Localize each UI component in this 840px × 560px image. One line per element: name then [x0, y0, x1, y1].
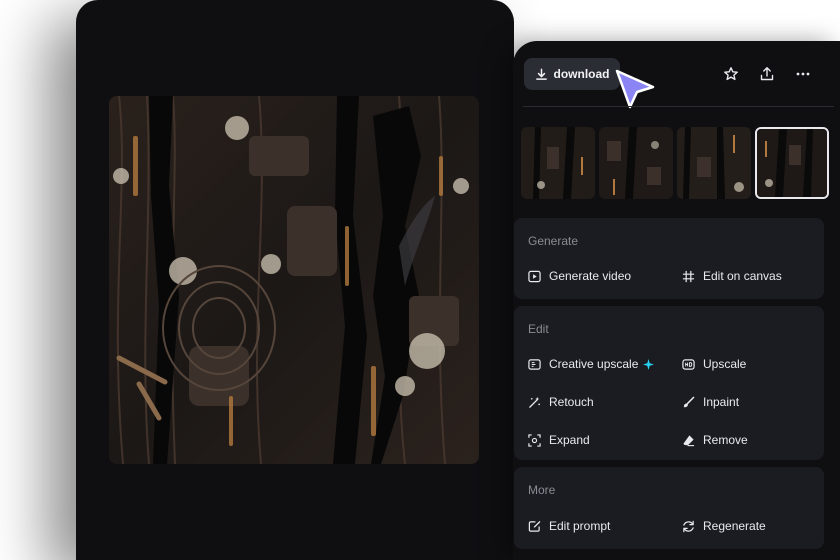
thumbnail-3[interactable]	[677, 127, 751, 199]
download-icon	[535, 68, 547, 80]
burnt-wood-texture	[109, 96, 479, 464]
hd-icon	[682, 358, 695, 370]
expand-button[interactable]: Expand	[528, 433, 590, 447]
crop-icon	[682, 270, 695, 282]
upscale-button[interactable]: Upscale	[682, 357, 746, 371]
more-section-title: More	[528, 483, 556, 497]
thumbnail-2[interactable]	[599, 127, 673, 199]
edit-on-canvas-label: Edit on canvas	[703, 269, 782, 283]
retouch-label: Retouch	[549, 395, 594, 409]
more-options-button[interactable]	[792, 63, 814, 85]
generate-section: Generate Generate video Edit on canvas	[514, 218, 824, 299]
main-image[interactable]	[109, 96, 479, 464]
expand-label: Expand	[549, 433, 590, 447]
thumbnail-1[interactable]	[521, 127, 595, 199]
thumbnail-image	[521, 127, 595, 199]
toolbar: download	[513, 41, 840, 109]
thumbnail-image	[677, 127, 751, 199]
more-icon	[796, 72, 810, 76]
thumbnail-image	[757, 129, 827, 197]
image-viewer-window	[76, 0, 514, 560]
variation-thumbnails	[521, 127, 829, 199]
sparkle-icon	[643, 358, 655, 370]
expand-icon	[528, 433, 541, 447]
remove-button[interactable]: Remove	[682, 433, 748, 447]
retouch-button[interactable]: Retouch	[528, 395, 594, 409]
creative-upscale-button[interactable]: Creative upscale	[528, 357, 655, 371]
share-icon	[760, 67, 774, 81]
generate-section-title: Generate	[528, 234, 579, 248]
thumbnail-image	[599, 127, 673, 199]
magic-wand-icon	[529, 396, 540, 408]
download-button[interactable]: download	[524, 58, 620, 90]
brush-icon	[683, 396, 695, 407]
inpaint-label: Inpaint	[703, 395, 740, 409]
edit-section-title: Edit	[528, 322, 549, 336]
refresh-icon	[683, 520, 694, 532]
share-button[interactable]	[756, 63, 778, 85]
edit-prompt-icon	[528, 520, 541, 532]
more-section: More Edit prompt Regenerate	[514, 467, 824, 549]
eraser-icon	[683, 434, 695, 446]
cursor-icon	[615, 69, 655, 109]
edit-on-canvas-button[interactable]: Edit on canvas	[682, 269, 782, 283]
creative-upscale-icon	[528, 358, 541, 370]
generate-video-label: Generate video	[549, 269, 632, 283]
star-icon	[724, 67, 738, 81]
favorite-button[interactable]	[720, 63, 742, 85]
regenerate-label: Regenerate	[703, 519, 766, 533]
download-label: download	[553, 67, 610, 81]
upscale-label: Upscale	[703, 357, 747, 371]
remove-label: Remove	[703, 433, 748, 447]
creative-upscale-label: Creative upscale	[549, 357, 639, 371]
generate-video-button[interactable]: Generate video	[528, 269, 631, 283]
image-actions-panel: download Generate Generate video Edit on…	[513, 41, 840, 560]
play-icon	[528, 270, 541, 282]
edit-section: Edit Creative upscale Upscale Retouch In…	[514, 306, 824, 460]
edit-prompt-button[interactable]: Edit prompt	[528, 519, 610, 533]
edit-prompt-label: Edit prompt	[549, 519, 611, 533]
regenerate-button[interactable]: Regenerate	[682, 519, 766, 533]
inpaint-button[interactable]: Inpaint	[682, 395, 739, 409]
thumbnail-4-selected[interactable]	[755, 127, 829, 199]
